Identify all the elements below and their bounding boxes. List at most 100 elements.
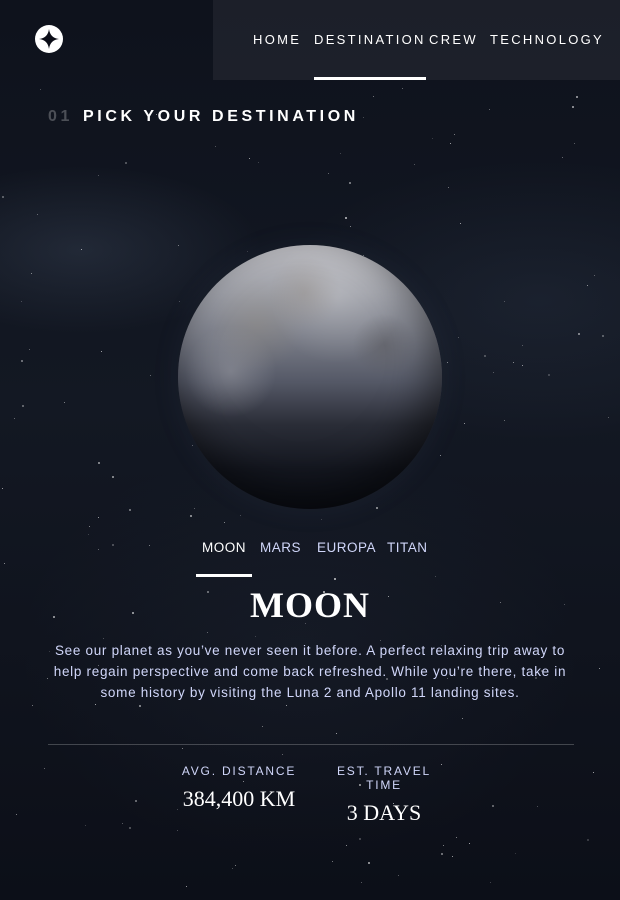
star-dot (332, 860, 334, 862)
star-dot (1, 196, 4, 199)
star-dot (81, 249, 83, 251)
moon-image (178, 245, 442, 509)
star-dot (223, 521, 225, 523)
travel-time-label: EST. TRAVEL TIME (336, 764, 432, 792)
star-dot (98, 516, 100, 518)
star-dot (522, 345, 524, 347)
star-dot (449, 143, 451, 145)
star-dot (182, 748, 184, 750)
star-dot (461, 718, 463, 720)
star-dot (363, 116, 365, 118)
star-dot (177, 830, 179, 832)
tab-mars[interactable]: MARS (260, 540, 301, 578)
star-dot (257, 161, 259, 163)
star-dot (446, 362, 448, 364)
star-dot (489, 881, 491, 883)
star-dot (431, 137, 433, 139)
star-dot (28, 349, 30, 351)
page-number: 01 (48, 108, 73, 125)
star-dot (360, 882, 362, 884)
star-dot (207, 631, 209, 633)
star-dot (122, 822, 124, 824)
star-dot (571, 105, 574, 108)
star-dot (504, 300, 506, 302)
star-dot (515, 852, 517, 854)
star-dot (320, 519, 322, 521)
star-dot (31, 705, 33, 707)
destination-tabs: MOON MARS EUROPA TITAN (0, 540, 620, 580)
star-dot (98, 461, 101, 464)
divider (48, 744, 574, 745)
star-dot (262, 725, 264, 727)
star-dot (246, 251, 248, 253)
star-dot (443, 845, 445, 847)
star-dot (194, 508, 196, 510)
star-dot (124, 162, 127, 165)
star-dot (599, 667, 601, 669)
star-dot (448, 187, 449, 189)
star-dot (63, 402, 65, 404)
distance-label: AVG. DISTANCE (181, 764, 297, 778)
star-dot (440, 853, 443, 856)
star-dot (128, 509, 131, 512)
star-logo-icon[interactable] (35, 25, 63, 53)
star-dot (350, 225, 352, 227)
star-dot (30, 273, 32, 275)
star-dot (548, 373, 551, 376)
star-dot (578, 333, 581, 336)
tab-moon[interactable]: MOON (196, 540, 252, 578)
star-dot (413, 164, 415, 166)
star-dot (138, 704, 141, 707)
star-dot (504, 420, 506, 422)
travel-time-value: 3 DAYS (346, 800, 422, 825)
star-dot (469, 842, 471, 844)
star-dot (373, 95, 375, 97)
destination-description: See our planet as you’ve never seen it b… (53, 643, 567, 700)
star-dot (346, 845, 348, 847)
star-dot (464, 422, 466, 424)
star-dot (191, 445, 193, 447)
star-dot (21, 405, 24, 408)
star-dot (536, 805, 538, 807)
star-dot (135, 799, 138, 802)
stat-distance: AVG. DISTANCE 384,400 KM (180, 764, 298, 812)
star-dot (457, 337, 459, 339)
star-dot (286, 705, 288, 707)
star-dot (39, 89, 41, 91)
nav-item-destination[interactable]: DESTINATION (314, 0, 426, 80)
star-dot (454, 134, 456, 136)
tab-europa[interactable]: EUROPA (317, 540, 376, 578)
star-dot (349, 181, 352, 184)
star-dot (608, 417, 610, 419)
nav-item-home[interactable]: HOME (253, 0, 301, 80)
star-dot (101, 350, 103, 352)
star-dot (85, 824, 87, 826)
star-dot (14, 417, 16, 419)
star-dot (398, 875, 400, 877)
star-dot (89, 526, 91, 528)
star-dot (248, 158, 250, 160)
star-dot (593, 274, 595, 276)
star-dot (232, 868, 234, 870)
nav-item-crew[interactable]: CREW (429, 0, 478, 80)
site-header: HOME DESTINATION CREW TECHNOLOGY (0, 0, 620, 80)
star-dot (21, 300, 23, 302)
star-dot (601, 334, 604, 337)
star-dot (440, 455, 442, 457)
star-dot (587, 285, 589, 287)
star-dot (592, 771, 594, 773)
star-dot (586, 839, 589, 841)
star-dot (455, 837, 457, 839)
star-dot (179, 301, 180, 303)
star-dot (344, 217, 347, 220)
tab-titan[interactable]: TITAN (387, 540, 428, 578)
star-dot (368, 861, 371, 864)
nav-item-technology[interactable]: TECHNOLOGY (490, 0, 604, 80)
star-dot (21, 359, 24, 362)
star-dot (327, 172, 329, 174)
star-dot (573, 142, 575, 144)
subheading-text: PICK YOUR DESTINATION (83, 108, 359, 125)
star-dot (522, 365, 524, 367)
star-dot (234, 865, 236, 867)
star-dot (98, 174, 100, 176)
